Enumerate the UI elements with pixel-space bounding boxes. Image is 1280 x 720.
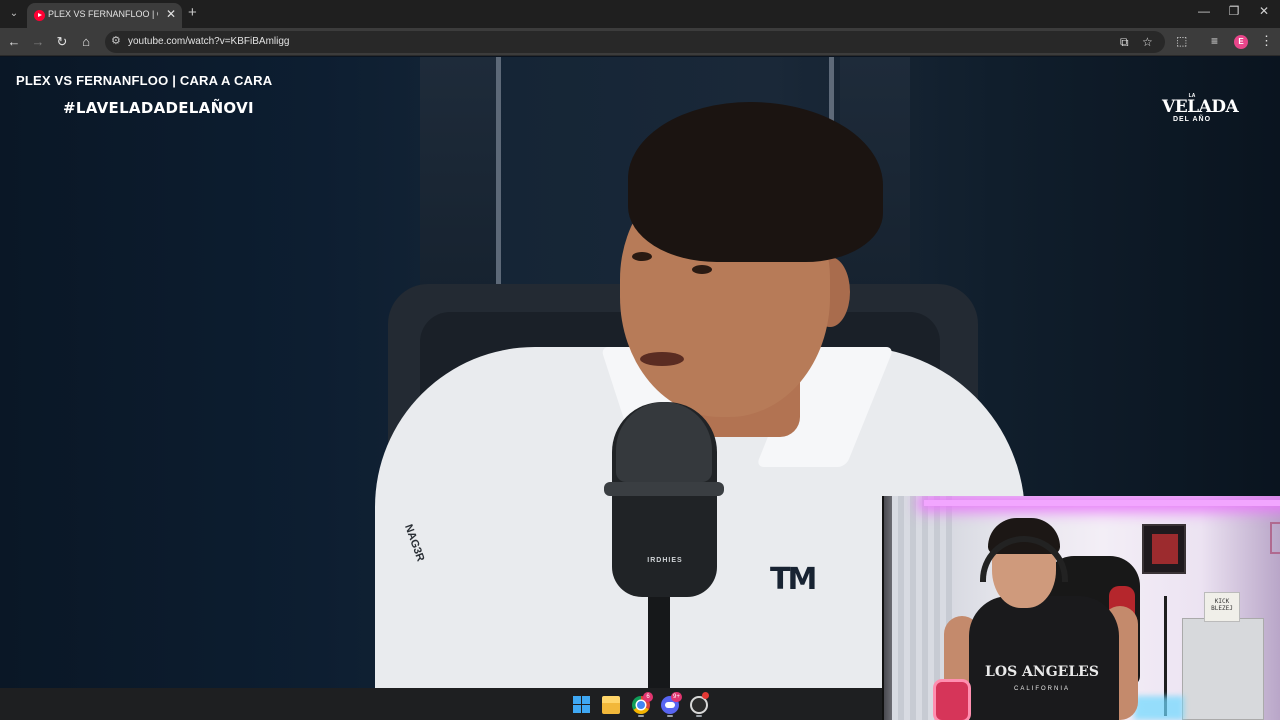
wall-poster (1142, 524, 1186, 574)
tanktop-subprint: CALIFORNIA (1013, 686, 1070, 692)
install-app-icon[interactable]: ⧉ (1120, 35, 1129, 50)
windows-start-icon[interactable] (573, 696, 590, 713)
video-overlay-hashtag: #LAVELADADELAÑOVI (63, 99, 254, 117)
site-info-icon[interactable]: ⚙ (111, 34, 121, 47)
file-explorer-icon[interactable] (602, 696, 620, 714)
browser-toolbar: ← → ↻ ⌂ ⚙ youtube.com/watch?v=KBFiBAmlig… (0, 28, 1280, 56)
back-button[interactable]: ← (6, 34, 22, 50)
profile-avatar[interactable]: E (1234, 35, 1248, 49)
discord-notification-badge: 9+ (671, 692, 682, 702)
mic-brand-label: IRDHIES (647, 557, 683, 564)
forward-button[interactable]: → (30, 34, 46, 50)
media-controls-icon[interactable]: ≡ (1211, 34, 1218, 48)
home-button[interactable]: ⌂ (78, 34, 94, 50)
backdrop-pole (496, 57, 501, 289)
obs-active-indicator (696, 715, 702, 717)
bookmark-star-icon[interactable]: ☆ (1142, 35, 1153, 49)
mic-yoke (604, 482, 724, 496)
shirt-logo-icon: TM (770, 562, 817, 597)
browser-tab-active[interactable]: PLEX VS FERNANFLOO | CARA A CARA - YouTu… (27, 3, 182, 28)
url-text[interactable]: youtube.com/watch?v=KBFiBAmligg (128, 36, 289, 47)
windows-taskbar (0, 688, 882, 720)
eye (632, 252, 652, 261)
wall-frame (1270, 522, 1280, 554)
video-overlay-title: PLEX VS FERNANFLOO | CARA A CARA (16, 73, 273, 88)
drink-cup (936, 682, 968, 720)
webcam-overlay: KICK BLEZEJ LOS ANGELES CALIFORNIA (882, 496, 1280, 720)
kick-sign: KICK BLEZEJ (1204, 592, 1240, 622)
mic-stand (648, 587, 670, 688)
streamer-tanktop (969, 596, 1119, 720)
restore-button[interactable]: ❐ (1219, 4, 1249, 18)
tab-title: PLEX VS FERNANFLOO | CARA A CARA - YouTu… (48, 9, 158, 19)
browser-menu-icon[interactable]: ⋮ (1260, 33, 1273, 49)
obs-status-dot (702, 692, 709, 699)
tab-strip: ⌄ PLEX VS FERNANFLOO | CARA A CARA - You… (0, 0, 1280, 28)
close-window-button[interactable]: ✕ (1249, 4, 1279, 18)
tab-search-button[interactable]: ⌄ (5, 5, 23, 23)
chrome-active-indicator (638, 715, 644, 717)
velada-logo-sub: DEL AÑO (1172, 116, 1212, 123)
led-glow (1134, 696, 1184, 720)
hair (628, 102, 883, 262)
chrome-notification-badge: 6 (643, 692, 653, 702)
neon-light (924, 500, 1280, 506)
velada-logo: LA VELADA DEL AÑO (1162, 93, 1239, 139)
backdrop-panel (420, 57, 500, 297)
new-tab-button[interactable]: + (188, 4, 197, 21)
extensions-icon[interactable]: ⬚ (1176, 34, 1187, 48)
tab-close-button[interactable]: ✕ (166, 7, 176, 21)
minimize-button[interactable]: — (1189, 4, 1219, 18)
discord-active-indicator (667, 715, 673, 717)
eye (692, 265, 712, 274)
tanktop-print: LOS ANGELES (985, 664, 1099, 680)
velada-logo-main: VELADA (1162, 97, 1239, 117)
youtube-icon (34, 10, 45, 21)
mouth (640, 352, 684, 366)
mini-fridge (1182, 618, 1264, 720)
address-bar[interactable]: ⚙ youtube.com/watch?v=KBFiBAmligg ⧉ ☆ (105, 31, 1165, 53)
reload-button[interactable]: ↻ (54, 34, 70, 50)
